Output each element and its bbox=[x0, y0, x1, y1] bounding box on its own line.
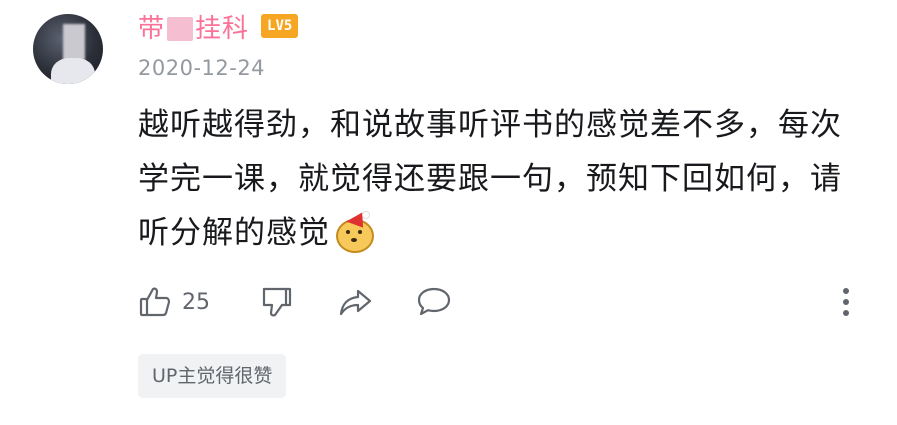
username-part2: 挂科 bbox=[195, 13, 250, 44]
comment-item: 带挂科 LV5 2020-12-24 越听越得劲，和说故事听评书的感觉差不多，每… bbox=[0, 0, 897, 425]
comment-date: 2020-12-24 bbox=[138, 56, 266, 80]
reply-button[interactable] bbox=[416, 282, 452, 322]
speech-bubble-icon bbox=[416, 285, 452, 319]
username-masked-block bbox=[167, 17, 194, 41]
like-count: 25 bbox=[182, 289, 210, 315]
avatar-mosaic bbox=[63, 24, 85, 60]
avatar-figure bbox=[51, 58, 95, 84]
up-liked-tag: UP主觉得很赞 bbox=[138, 354, 287, 398]
thumbs-up-icon bbox=[138, 285, 172, 319]
share-button[interactable] bbox=[338, 282, 374, 322]
like-button[interactable]: 25 bbox=[138, 282, 210, 322]
comment-actions: 25 bbox=[138, 282, 858, 322]
share-arrow-icon bbox=[338, 285, 374, 319]
comment-content: 越听越得劲，和说故事听评书的感觉差不多，每次学完一课，就觉得还要跟一句，预知下回… bbox=[138, 98, 858, 260]
dislike-button[interactable] bbox=[260, 282, 294, 322]
level-badge: LV5 bbox=[261, 14, 299, 38]
username-part1: 带 bbox=[138, 13, 166, 44]
comment-header: 带挂科 LV5 bbox=[138, 6, 299, 46]
comment-text: 越听越得劲，和说故事听评书的感觉差不多，每次学完一课，就觉得还要跟一句，预知下回… bbox=[138, 107, 842, 251]
vertical-dots-icon bbox=[838, 285, 854, 319]
username[interactable]: 带挂科 bbox=[138, 8, 249, 45]
thumbs-down-icon bbox=[260, 285, 294, 319]
doge-emoji-icon bbox=[334, 208, 374, 253]
more-options-button[interactable] bbox=[838, 282, 854, 322]
avatar[interactable] bbox=[33, 14, 103, 84]
